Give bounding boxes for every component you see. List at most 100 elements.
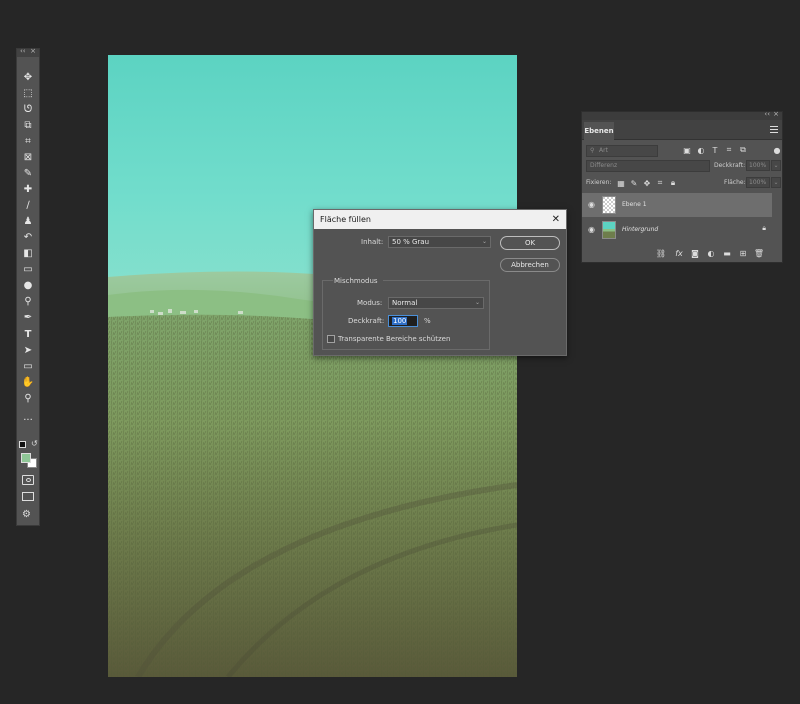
tools-panel-header: ‹‹ × [17, 47, 39, 57]
gradient-tool-icon[interactable]: ▭ [21, 263, 35, 277]
trash-icon[interactable]: 🗑︎ [754, 248, 764, 258]
move-tool-icon[interactable]: ✥ [21, 71, 35, 85]
pen-tool-icon[interactable]: ✒ [21, 311, 35, 325]
eyedropper-tool-icon[interactable]: ✎ [21, 167, 35, 181]
link-layers-icon[interactable]: ⛓ [656, 248, 666, 258]
blend-row: Differenz Deckkraft: 100% ⌄ [582, 158, 782, 174]
quick-mask-icon[interactable] [22, 475, 34, 485]
swap-colors-icon[interactable]: ↺ [31, 439, 38, 448]
brush-tool-icon[interactable]: ∕ [21, 199, 35, 213]
opacity-label: Deckkraft: [348, 317, 385, 325]
filter-toggle-icon[interactable]: ● [772, 145, 782, 155]
filter-shape-icon[interactable]: ⌗ [724, 145, 734, 155]
default-colors-icon[interactable] [19, 441, 26, 448]
fill-label: Fläche: [724, 179, 746, 186]
lock-position-icon[interactable]: ✥ [642, 178, 652, 188]
preserve-transparency-label: Transparente Bereiche schützen [338, 335, 451, 343]
lasso-tool-icon[interactable]: ᘎ [21, 103, 35, 117]
blending-group-label: Mischmodus [334, 277, 378, 285]
preserve-transparency-checkbox[interactable] [327, 335, 335, 343]
screen-mode-icon[interactable] [22, 492, 34, 501]
content-select[interactable]: 50 % Grau ⌄ [388, 236, 491, 248]
edit-toolbar-icon[interactable]: ⚙ [22, 509, 34, 521]
layer-name[interactable]: Hintergrund [622, 218, 658, 242]
dialog-title: Fläche füllen [320, 215, 371, 224]
eraser-tool-icon[interactable]: ◧ [21, 247, 35, 261]
layers-close-button[interactable]: × [773, 110, 779, 118]
close-icon[interactable]: ✕ [552, 210, 560, 229]
lock-transparent-icon[interactable]: ▦ [616, 178, 626, 188]
chevron-down-icon: ⌄ [481, 238, 487, 245]
hamburger-menu-icon[interactable] [770, 126, 778, 133]
tools-close-button[interactable]: × [30, 47, 36, 55]
type-tool-icon[interactable]: T [21, 328, 35, 342]
fill-dialog: Fläche füllen ✕ Inhalt: 50 % Grau ⌄ OK A… [313, 209, 567, 356]
blur-tool-icon[interactable]: ● [21, 279, 35, 293]
tools-panel: ‹‹ × ✥ ⬚ ᘎ ⧉ ⌗ ⊠ ✎ ✚ ∕ ♟ ↶ ◧ ▭ ● ⚲ ✒ T ➤ ▭ ✋ ⚲ ··· ↺ ⚙ [16, 47, 40, 526]
percent-unit: % [424, 317, 431, 325]
mode-select-value: Normal [392, 299, 418, 307]
lock-pixels-icon[interactable]: ✎ [629, 178, 639, 188]
blend-mode-select[interactable]: Differenz [586, 160, 710, 172]
path-select-tool-icon[interactable]: ➤ [21, 344, 35, 358]
adjustment-layer-icon[interactable]: ◐ [706, 248, 716, 258]
layer-thumbnail [602, 221, 616, 239]
filter-kind-label: Art [599, 147, 608, 154]
lock-label: Fixieren: [586, 179, 612, 186]
frame-tool-icon[interactable]: ⊠ [21, 151, 35, 165]
hand-tool-icon[interactable]: ✋ [21, 376, 35, 390]
layer-name[interactable]: Ebene 1 [622, 193, 647, 217]
chevron-down-icon: ⌄ [474, 299, 480, 306]
new-layer-icon[interactable]: ⊞ [738, 248, 748, 258]
lock-row: Fixieren: ▦ ✎ ✥ ⌗ 🔒︎ Fläche: 100% ⌄ [582, 175, 782, 191]
lock-artboard-icon[interactable]: ⌗ [655, 178, 665, 188]
layers-panel: ‹‹ × Ebenen ⚲ Art ▣ ◐ T ⌗ ⧉ ● Differenz … [581, 110, 783, 263]
content-select-value: 50 % Grau [392, 238, 430, 246]
zoom-tool-icon[interactable]: ⚲ [21, 392, 35, 406]
ok-button[interactable]: OK [500, 236, 560, 250]
crop-tool-icon[interactable]: ⌗ [21, 135, 35, 149]
content-label: Inhalt: [361, 238, 384, 246]
layer-filter-select[interactable]: ⚲ Art [586, 145, 658, 157]
filter-smart-object-icon[interactable]: ⧉ [738, 145, 748, 155]
dialog-titlebar: Fläche füllen ✕ [314, 210, 566, 229]
chevron-down-icon[interactable]: ⌄ [771, 177, 781, 188]
clone-stamp-tool-icon[interactable]: ♟ [21, 215, 35, 229]
opacity-field[interactable]: 100% [746, 160, 770, 171]
layer-thumbnail [602, 196, 616, 214]
landscape-photo [108, 55, 517, 677]
layers-panel-header: ‹‹ × [582, 110, 782, 120]
new-group-icon[interactable]: ▬ [722, 248, 732, 258]
object-select-tool-icon[interactable]: ⧉ [21, 119, 35, 133]
mode-select[interactable]: Normal ⌄ [388, 297, 484, 309]
eye-icon[interactable]: ◉ [588, 225, 598, 235]
marquee-tool-icon[interactable]: ⬚ [21, 87, 35, 101]
filter-adjustment-icon[interactable]: ◐ [696, 145, 706, 155]
add-mask-icon[interactable]: ◙ [690, 248, 700, 258]
opacity-input[interactable]: 100 [388, 315, 418, 327]
lock-all-icon[interactable]: 🔒︎ [668, 178, 678, 188]
eye-icon[interactable]: ◉ [588, 200, 598, 210]
layer-row-ebene-1[interactable]: ◉ Ebene 1 [582, 193, 772, 217]
healing-brush-tool-icon[interactable]: ✚ [21, 183, 35, 197]
layer-filter-row: ⚲ Art ▣ ◐ T ⌗ ⧉ ● [582, 142, 782, 158]
opacity-label: Deckkraft: [714, 162, 746, 169]
tab-layers[interactable]: Ebenen [584, 122, 614, 140]
history-brush-tool-icon[interactable]: ↶ [21, 231, 35, 245]
fx-icon[interactable]: fx [674, 248, 684, 258]
search-icon: ⚲ [590, 147, 595, 154]
more-tools-icon[interactable]: ··· [21, 414, 35, 428]
document-canvas[interactable] [108, 55, 517, 677]
filter-pixel-icon[interactable]: ▣ [682, 145, 692, 155]
dodge-tool-icon[interactable]: ⚲ [21, 295, 35, 309]
chevron-down-icon[interactable]: ⌄ [771, 160, 781, 171]
cancel-button[interactable]: Abbrechen [500, 258, 560, 272]
layer-row-hintergrund[interactable]: ◉ Hintergrund 🔒︎ [582, 218, 772, 242]
layers-collapse-button[interactable]: ‹‹ [764, 110, 770, 118]
rectangle-tool-icon[interactable]: ▭ [21, 360, 35, 374]
tools-collapse-button[interactable]: ‹‹ [20, 47, 26, 55]
filter-type-icon[interactable]: T [710, 145, 720, 155]
mode-label: Modus: [357, 299, 383, 307]
foreground-color-swatch[interactable] [21, 453, 31, 463]
fill-field[interactable]: 100% [746, 177, 770, 188]
